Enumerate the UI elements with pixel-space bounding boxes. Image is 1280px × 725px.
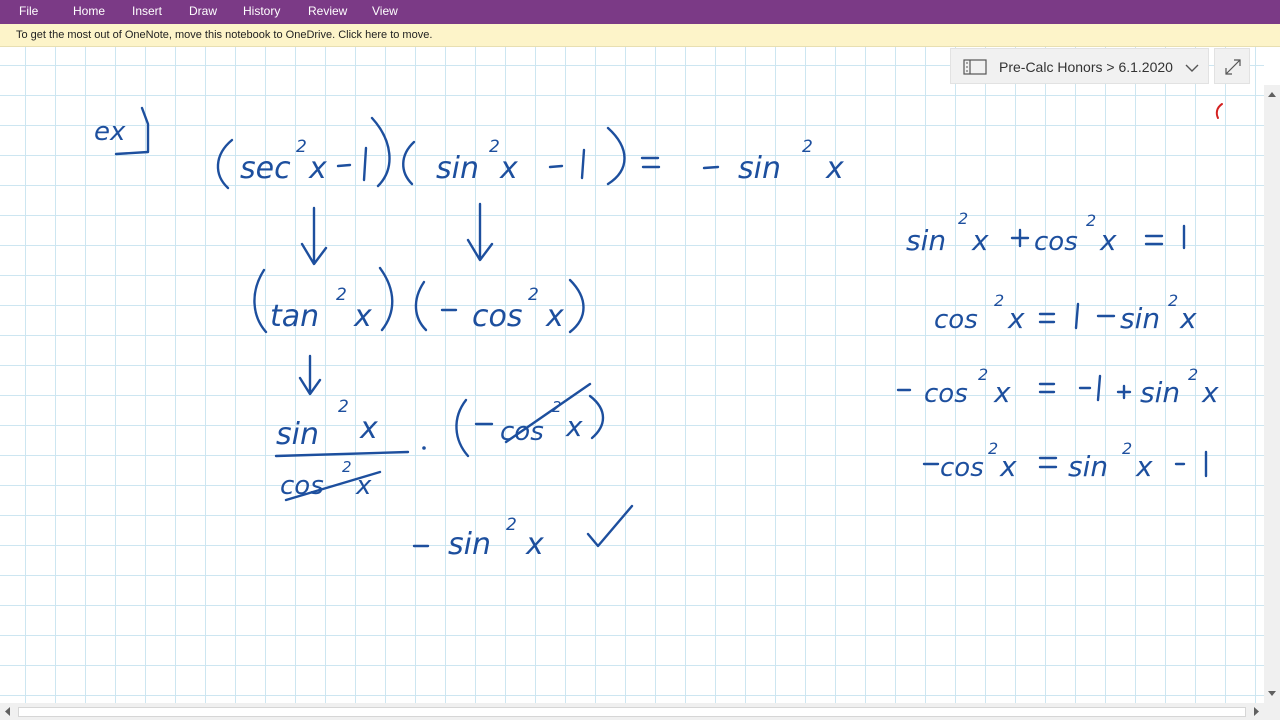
svg-text:sin: sin [276,417,319,452]
tab-view[interactable]: View [372,3,398,19]
handwritten-ink: ex sec 2 x sin 2 x sin 2 x tan 2 x cos 2… [94,103,1223,562]
notebook-icon [963,58,987,79]
tab-history[interactable]: History [243,3,280,19]
svg-text:sin: sin [448,527,491,562]
ink-arrows-1 [300,202,494,266]
ink-example-label: ex [94,106,150,156]
svg-text:ex: ex [94,117,126,147]
scroll-down-icon[interactable] [1264,685,1280,701]
svg-text:sec: sec [240,151,291,186]
horizontal-scroll-thumb[interactable] [18,707,1246,717]
notebook-breadcrumb[interactable]: Pre-Calc Honors > 6.1.2020 [950,48,1209,84]
svg-text:cos: cos [472,299,522,334]
svg-text:2: 2 [1168,291,1178,310]
svg-text:x: x [353,299,372,334]
svg-text:cos: cos [924,379,968,409]
svg-text:x: x [565,410,583,443]
svg-text:x: x [359,411,378,446]
expand-icon [1225,59,1241,75]
svg-text:x: x [499,151,518,186]
vertical-scrollbar[interactable] [1264,85,1280,703]
ink-step-1: tan 2 x cos 2 x [253,266,585,334]
svg-text:2: 2 [802,137,813,157]
scroll-up-icon[interactable] [1264,87,1280,103]
svg-text:2: 2 [342,458,352,476]
breadcrumb-notebook[interactable]: Pre-Calc Honors [999,59,1102,75]
chevron-down-icon[interactable] [1185,60,1199,76]
page-canvas[interactable]: ex sec 2 x sin 2 x sin 2 x tan 2 x cos 2… [0,47,1264,703]
svg-text:2: 2 [296,137,307,157]
scrollbar-corner [1264,703,1280,720]
svg-text:2: 2 [994,291,1004,310]
ink-arrow-2 [298,354,322,396]
infobar-message[interactable]: To get the most out of OneNote, move thi… [16,24,432,46]
svg-text:x: x [308,151,327,186]
ink-step-2: sin 2 x cos 2 x cos 2 x [274,382,605,502]
svg-text:2: 2 [958,209,968,228]
move-to-onedrive-infobar[interactable]: To get the most out of OneNote, move thi… [0,24,1280,47]
svg-text:2: 2 [489,137,500,157]
svg-text:cos: cos [1034,227,1078,257]
svg-text:2: 2 [1086,211,1096,230]
svg-text:2: 2 [1122,439,1132,458]
ink-problem-line: sec 2 x sin 2 x sin 2 x [216,116,844,190]
svg-text:x: x [993,376,1011,409]
svg-text:2: 2 [338,397,349,417]
svg-text:2: 2 [528,285,539,305]
svg-text:2: 2 [988,439,998,458]
ink-identities: sin 2 x cos 2 x cos 2 x sin 2 x cos 2 x [896,209,1219,483]
svg-text:x: x [545,299,564,334]
svg-text:2: 2 [506,515,517,535]
vertical-scroll-thumb[interactable] [1267,105,1277,465]
tab-insert[interactable]: Insert [132,3,162,19]
tab-file[interactable]: File [19,3,38,19]
svg-text:cos: cos [940,453,984,483]
ink-red-mark [1215,103,1223,119]
tab-draw[interactable]: Draw [189,3,217,19]
check-mark-icon [586,504,634,548]
svg-text:x: x [1201,376,1219,409]
svg-text:x: x [1007,302,1025,335]
svg-text:cos: cos [934,305,978,335]
svg-text:sin: sin [906,224,946,257]
svg-text:x: x [1135,450,1153,483]
scroll-right-icon[interactable] [1248,703,1264,720]
svg-text:sin: sin [1120,302,1160,335]
tab-home[interactable]: Home [73,3,105,19]
svg-text:x: x [971,224,989,257]
svg-text:sin: sin [738,151,781,186]
svg-text:x: x [1179,302,1197,335]
svg-text:x: x [999,450,1017,483]
ink-result: sin 2 x [412,504,634,562]
svg-text:tan: tan [270,299,319,334]
svg-text:x: x [825,151,844,186]
breadcrumb-page[interactable]: 6.1.2020 [1118,59,1173,75]
svg-text:x: x [1099,224,1117,257]
horizontal-scrollbar[interactable] [0,703,1264,720]
svg-text:sin: sin [1140,376,1180,409]
svg-text:sin: sin [436,151,479,186]
tab-review[interactable]: Review [308,3,347,19]
svg-text:2: 2 [1188,365,1198,384]
svg-text:2: 2 [336,285,347,305]
scroll-left-icon[interactable] [0,703,16,720]
expand-button[interactable] [1214,48,1250,84]
svg-text:2: 2 [978,365,988,384]
breadcrumb-separator: > [1106,59,1115,75]
svg-text:x: x [525,527,544,562]
svg-text:sin: sin [1068,450,1108,483]
ribbon-tab-bar: File Home Insert Draw History Review Vie… [0,0,1280,24]
